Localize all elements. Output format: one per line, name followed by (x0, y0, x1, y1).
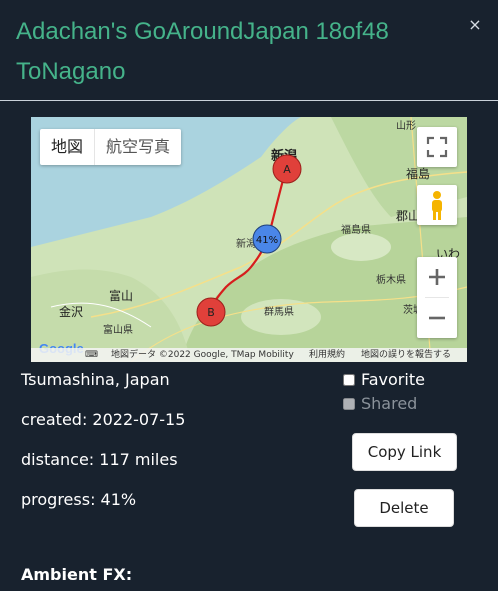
marker-end[interactable]: B (196, 297, 226, 327)
shared-label: Shared (361, 394, 418, 413)
label-yamagata: 山形 (396, 121, 416, 132)
marker-progress-label: 41% (256, 235, 278, 246)
delete-button[interactable]: Delete (354, 489, 454, 527)
pegman-icon (432, 191, 442, 220)
label-toyama-city: 富山 (109, 289, 134, 303)
zoom-control (417, 257, 457, 338)
ambient-fx-heading: Ambient FX: (21, 565, 133, 584)
zoom-in-icon[interactable] (417, 257, 457, 297)
map-footer: ⌨ 地図データ ©2022 Google, TMap Mobility 利用規約… (31, 348, 467, 362)
map-type-satellite-button[interactable]: 航空写真 (95, 129, 181, 165)
progress-text: progress: 41% (21, 490, 137, 509)
fullscreen-icon (426, 136, 448, 158)
route-map[interactable]: 新潟 新潟 福島 福島県 郡山 いわき 栃木県 群馬県 茨城 富山 富山県 金沢… (31, 117, 467, 362)
location-text: Tsumashina, Japan (21, 370, 170, 389)
marker-start[interactable]: A (271, 153, 303, 185)
created-text: created: 2022-07-15 (21, 410, 186, 429)
map-data-attribution: 地図データ ©2022 Google, TMap Mobility (111, 350, 294, 360)
copy-link-button[interactable]: Copy Link (352, 433, 457, 471)
favorite-label: Favorite (361, 370, 425, 389)
terms-link[interactable]: 利用規約 (309, 348, 345, 362)
marker-end-label: B (207, 306, 215, 319)
marker-start-label: A (283, 163, 291, 176)
zoom-out-icon[interactable] (417, 298, 457, 338)
label-tochigi: 栃木県 (376, 275, 406, 286)
label-gunma: 群馬県 (264, 307, 294, 318)
close-icon[interactable]: × (466, 16, 484, 34)
report-error-link[interactable]: 地図の誤りを報告する (361, 348, 451, 362)
header-divider (0, 100, 498, 101)
keyboard-icon[interactable]: ⌨ (85, 348, 98, 362)
street-view-button[interactable] (417, 185, 457, 225)
marker-progress[interactable]: 41% (252, 224, 282, 254)
favorite-checkbox[interactable] (343, 373, 355, 386)
label-fukushima-pref: 福島県 (341, 225, 371, 236)
label-toyama-pref: 富山県 (103, 325, 133, 336)
shared-option: Shared (343, 394, 417, 413)
map-type-control: 地図 航空写真 (40, 129, 182, 165)
map-type-map-button[interactable]: 地図 (40, 129, 96, 165)
distance-text: distance: 117 miles (21, 450, 178, 469)
fullscreen-button[interactable] (417, 127, 457, 167)
label-fukushima-city: 福島 (406, 167, 431, 181)
label-kanazawa: 金沢 (59, 305, 84, 319)
dialog-title: Adachan's GoAroundJapan 18of48 ToNagano (16, 18, 389, 85)
shared-checkbox[interactable] (343, 397, 355, 410)
favorite-option: Favorite (343, 370, 425, 389)
